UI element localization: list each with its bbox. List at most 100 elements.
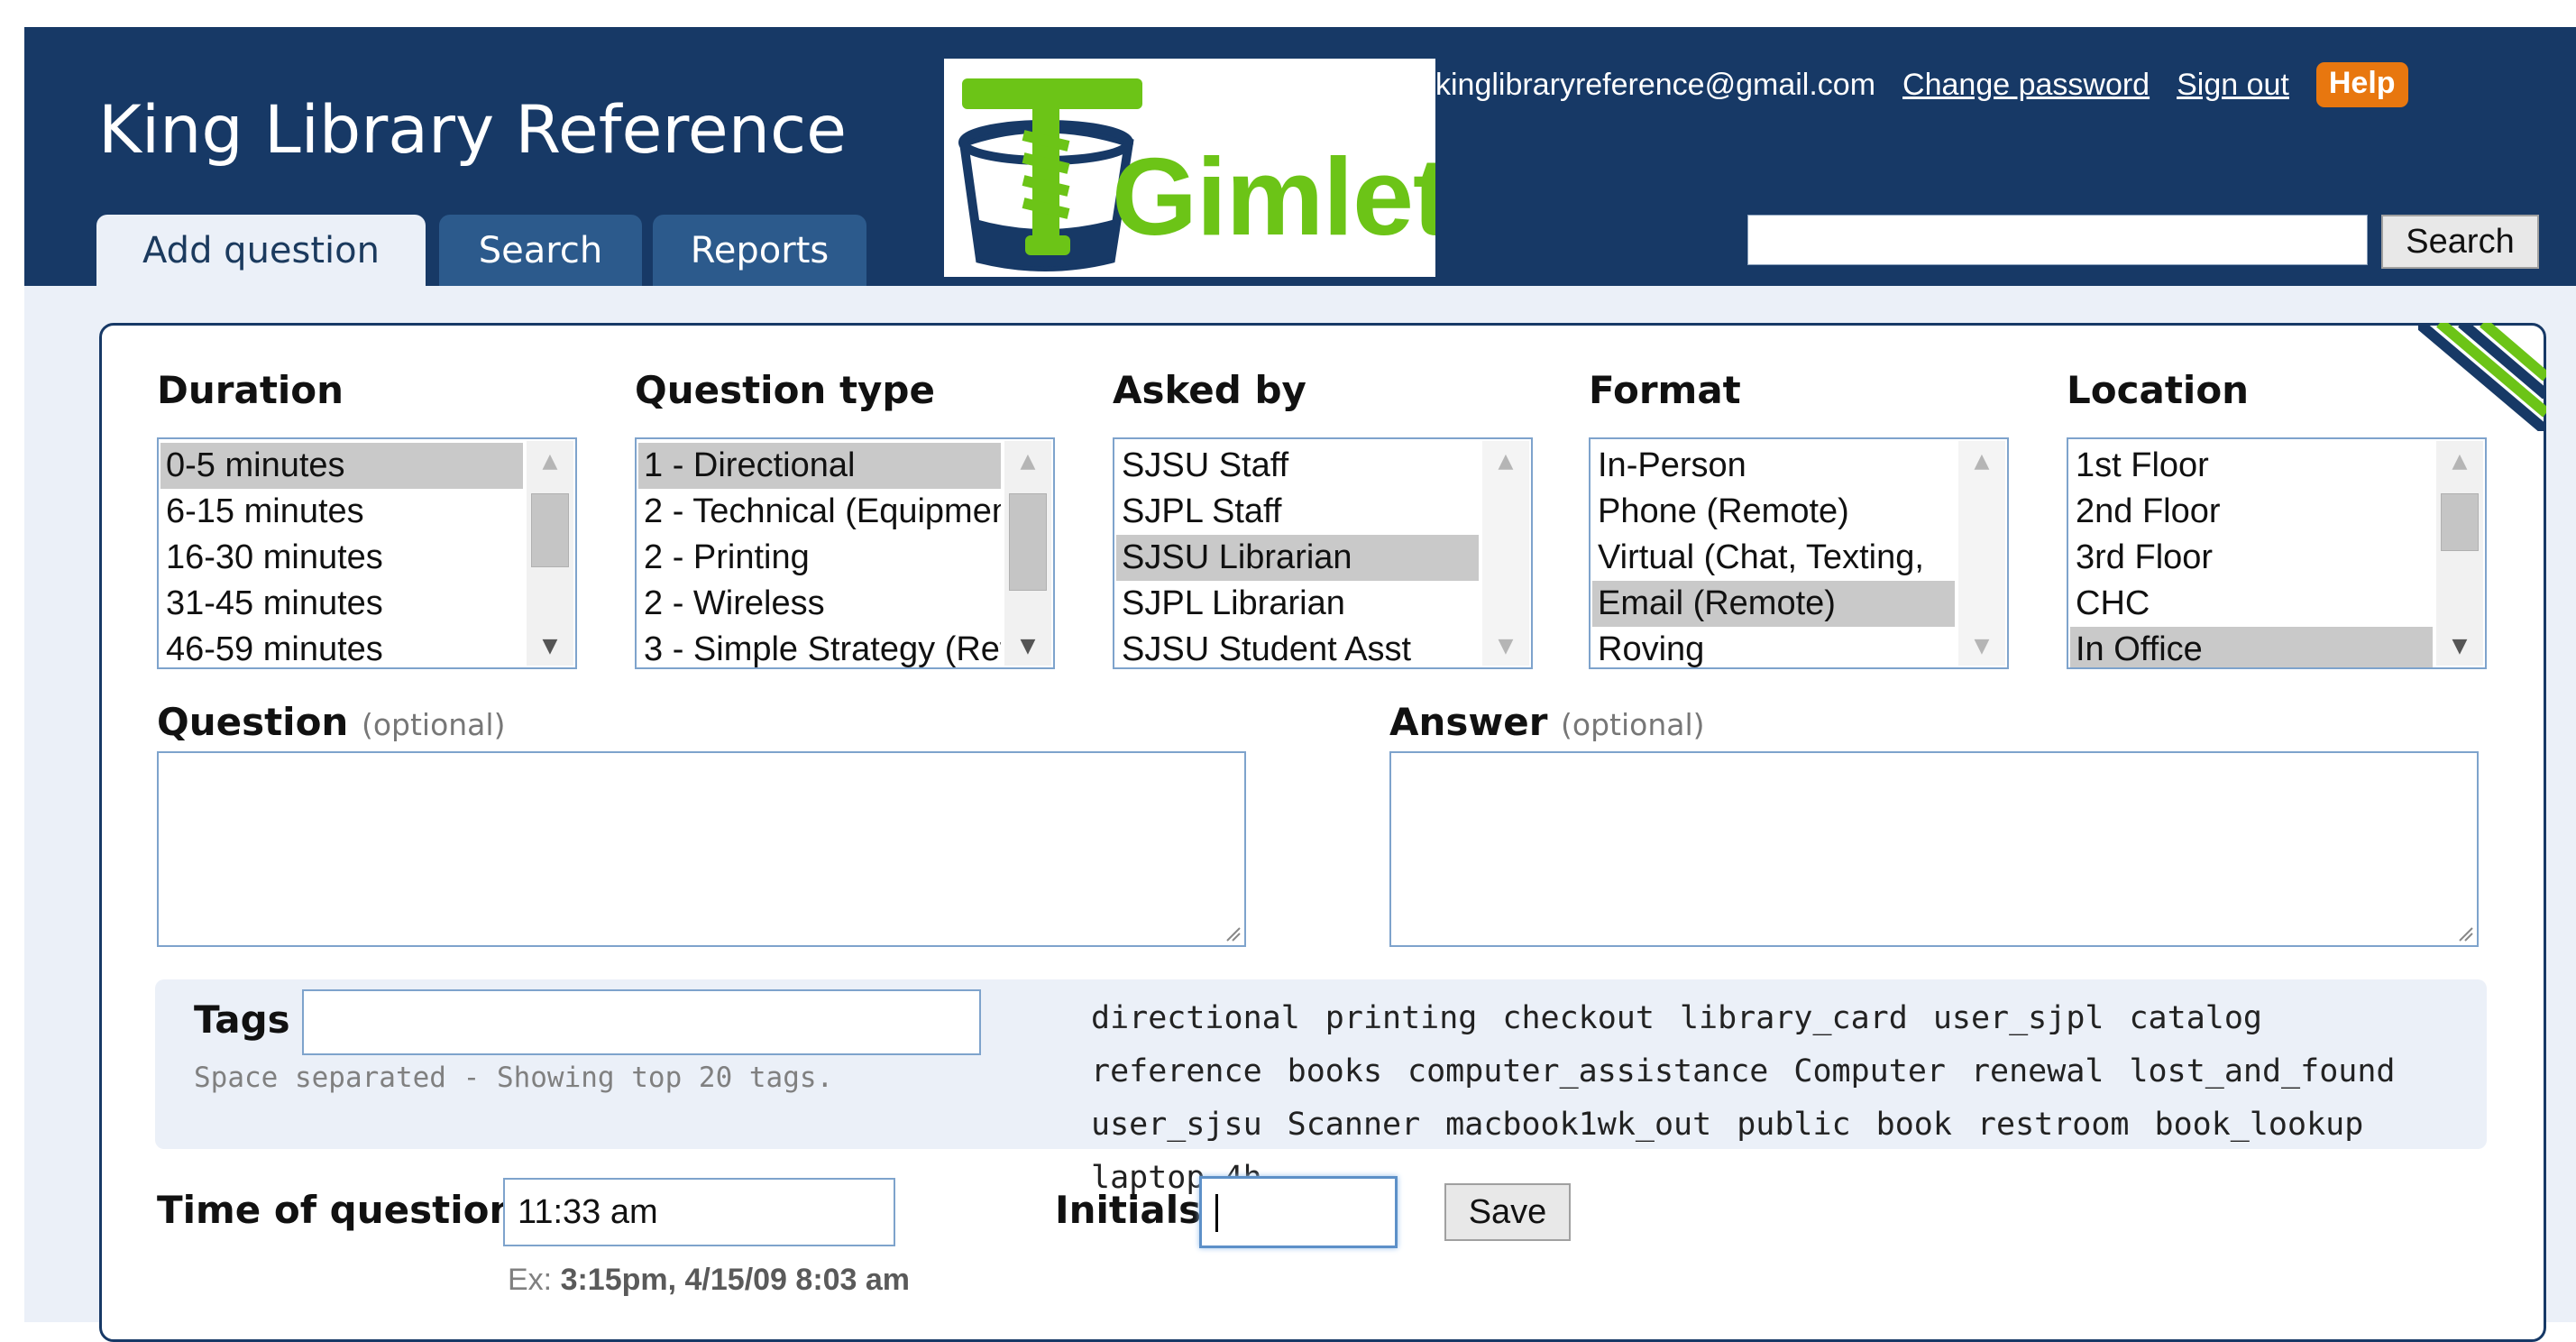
time-of-question-input[interactable]: 11:33 am: [503, 1178, 895, 1246]
format-label: Format: [1589, 368, 1741, 412]
save-button[interactable]: Save: [1444, 1183, 1571, 1241]
asked-by-listbox[interactable]: SJSU Staff SJPL Staff SJSU Librarian SJP…: [1113, 437, 1533, 669]
asked-by-option[interactable]: SJPL Staff: [1116, 489, 1479, 535]
tag-link[interactable]: printing: [1325, 992, 1478, 1045]
resize-grip-icon[interactable]: [1224, 924, 1242, 942]
scroll-thumb[interactable]: [531, 493, 569, 567]
duration-option[interactable]: 16-30 minutes: [160, 535, 523, 581]
resize-grip-icon[interactable]: [2456, 924, 2474, 942]
duration-scrollbar[interactable]: ▲ ▼: [527, 441, 573, 666]
tag-link[interactable]: book: [1876, 1098, 1952, 1152]
tag-link[interactable]: book_lookup: [2155, 1098, 2364, 1152]
format-option[interactable]: Email (Remote): [1592, 581, 1955, 627]
question-type-option[interactable]: 2 - Wireless: [638, 581, 1001, 627]
question-type-option[interactable]: 3 - Simple Strategy (Reference): [638, 627, 1001, 667]
location-option[interactable]: In Office: [2070, 627, 2433, 667]
duration-option[interactable]: 31-45 minutes: [160, 581, 523, 627]
question-type-option[interactable]: 2 - Technical (Equipment): [638, 489, 1001, 535]
asked-by-option[interactable]: SJSU Librarian: [1116, 535, 1479, 581]
search-button[interactable]: Search: [2381, 215, 2539, 269]
scroll-down-arrow-icon[interactable]: ▼: [1482, 626, 1529, 666]
app-title: King Library Reference: [98, 92, 848, 169]
scroll-up-arrow-icon[interactable]: ▲: [1004, 441, 1051, 481]
tag-cloud: directional printing checkout library_card u…: [1091, 992, 2471, 1205]
sign-out-link[interactable]: Sign out: [2177, 68, 2289, 103]
asked-by-option[interactable]: SJPL Librarian: [1116, 581, 1479, 627]
help-button[interactable]: Help: [2315, 62, 2408, 107]
location-option[interactable]: CHC: [2070, 581, 2433, 627]
tab-reports[interactable]: Reports: [653, 215, 866, 286]
tag-link[interactable]: renewal: [1971, 1045, 2104, 1098]
asked-by-scrollbar[interactable]: ▲ ▼: [1482, 441, 1529, 666]
tags-help-text: Space separated - Showing top 20 tags.: [194, 1062, 834, 1094]
tag-link[interactable]: user_sjsu: [1091, 1098, 1262, 1152]
tag-link[interactable]: library_card: [1680, 992, 1908, 1045]
time-of-question-label: Time of question: [157, 1188, 517, 1232]
text-caret: [1215, 1194, 1218, 1232]
asked-by-option[interactable]: SJSU Staff: [1116, 443, 1479, 489]
initials-input[interactable]: [1199, 1176, 1398, 1248]
format-option[interactable]: Phone (Remote): [1592, 489, 1955, 535]
tab-add-question[interactable]: Add question: [96, 215, 426, 286]
format-listbox[interactable]: In-Person Phone (Remote) Virtual (Chat, …: [1589, 437, 2009, 669]
question-type-option[interactable]: 1 - Directional: [638, 443, 1001, 489]
tag-link[interactable]: public: [1737, 1098, 1850, 1152]
answer-label: Answer (optional): [1389, 703, 1705, 741]
location-label: Location: [2067, 368, 2250, 412]
question-type-option[interactable]: 2 - Printing: [638, 535, 1001, 581]
tab-search[interactable]: Search: [439, 215, 642, 286]
user-email: kinglibraryreference@gmail.com: [1435, 67, 1876, 102]
duration-option[interactable]: 6-15 minutes: [160, 489, 523, 535]
duration-option[interactable]: 0-5 minutes: [160, 443, 523, 489]
tag-link[interactable]: user_sjpl: [1933, 992, 2104, 1045]
asked-by-label: Asked by: [1113, 368, 1306, 412]
duration-listbox[interactable]: 0-5 minutes 6-15 minutes 16-30 minutes 3…: [157, 437, 577, 669]
tag-link[interactable]: directional: [1091, 992, 1300, 1045]
corner-stripes-decoration: [2418, 323, 2546, 431]
tag-link[interactable]: Computer: [1793, 1045, 1946, 1098]
change-password-link[interactable]: Change password: [1902, 68, 2150, 103]
tag-link[interactable]: catalog: [2129, 992, 2262, 1045]
scroll-thumb[interactable]: [1009, 493, 1047, 591]
format-scrollbar[interactable]: ▲ ▼: [1958, 441, 2005, 666]
tag-link[interactable]: books: [1288, 1045, 1382, 1098]
question-type-scrollbar[interactable]: ▲ ▼: [1004, 441, 1051, 666]
scroll-down-arrow-icon[interactable]: ▼: [2436, 626, 2483, 666]
question-textarea[interactable]: [157, 751, 1246, 947]
time-value: 11:33 am: [518, 1192, 658, 1231]
tags-input[interactable]: [302, 989, 981, 1055]
duration-option[interactable]: 46-59 minutes: [160, 627, 523, 667]
location-option[interactable]: 3rd Floor: [2070, 535, 2433, 581]
question-label-text: Question: [157, 700, 349, 744]
asked-by-option[interactable]: SJSU Student Asst: [1116, 627, 1479, 667]
account-links: kinglibraryreference@gmail.com Change pa…: [1435, 62, 2408, 107]
location-option[interactable]: 2nd Floor: [2070, 489, 2433, 535]
tag-link[interactable]: checkout: [1502, 992, 1655, 1045]
answer-textarea[interactable]: [1389, 751, 2479, 947]
search-input[interactable]: [1747, 215, 2368, 265]
question-type-label: Question type: [635, 368, 935, 412]
scroll-thumb[interactable]: [2441, 493, 2479, 551]
scroll-up-arrow-icon[interactable]: ▲: [2436, 441, 2483, 481]
format-option[interactable]: Roving: [1592, 627, 1955, 667]
tag-link[interactable]: Scanner: [1288, 1098, 1421, 1152]
scroll-down-arrow-icon[interactable]: ▼: [1958, 626, 2005, 666]
format-option[interactable]: In-Person: [1592, 443, 1955, 489]
location-scrollbar[interactable]: ▲ ▼: [2436, 441, 2483, 666]
tag-link[interactable]: restroom: [1977, 1098, 2130, 1152]
location-listbox[interactable]: 1st Floor 2nd Floor 3rd Floor CHC In Off…: [2067, 437, 2487, 669]
tag-link[interactable]: computer_assistance: [1407, 1045, 1768, 1098]
question-type-listbox[interactable]: 1 - Directional 2 - Technical (Equipment…: [635, 437, 1055, 669]
location-option[interactable]: 1st Floor: [2070, 443, 2433, 489]
tag-link[interactable]: lost_and_found: [2129, 1045, 2395, 1098]
scroll-up-arrow-icon[interactable]: ▲: [527, 441, 573, 481]
tag-link[interactable]: macbook1wk_out: [1445, 1098, 1711, 1152]
time-hint-examples: 3:15pm, 4/15/09 8:03 am: [560, 1263, 911, 1297]
scroll-down-arrow-icon[interactable]: ▼: [527, 626, 573, 666]
time-hint-prefix: Ex:: [508, 1263, 553, 1297]
scroll-up-arrow-icon[interactable]: ▲: [1958, 441, 2005, 481]
scroll-up-arrow-icon[interactable]: ▲: [1482, 441, 1529, 481]
format-option[interactable]: Virtual (Chat, Texting,: [1592, 535, 1955, 581]
tag-link[interactable]: reference: [1091, 1045, 1262, 1098]
scroll-down-arrow-icon[interactable]: ▼: [1004, 626, 1051, 666]
